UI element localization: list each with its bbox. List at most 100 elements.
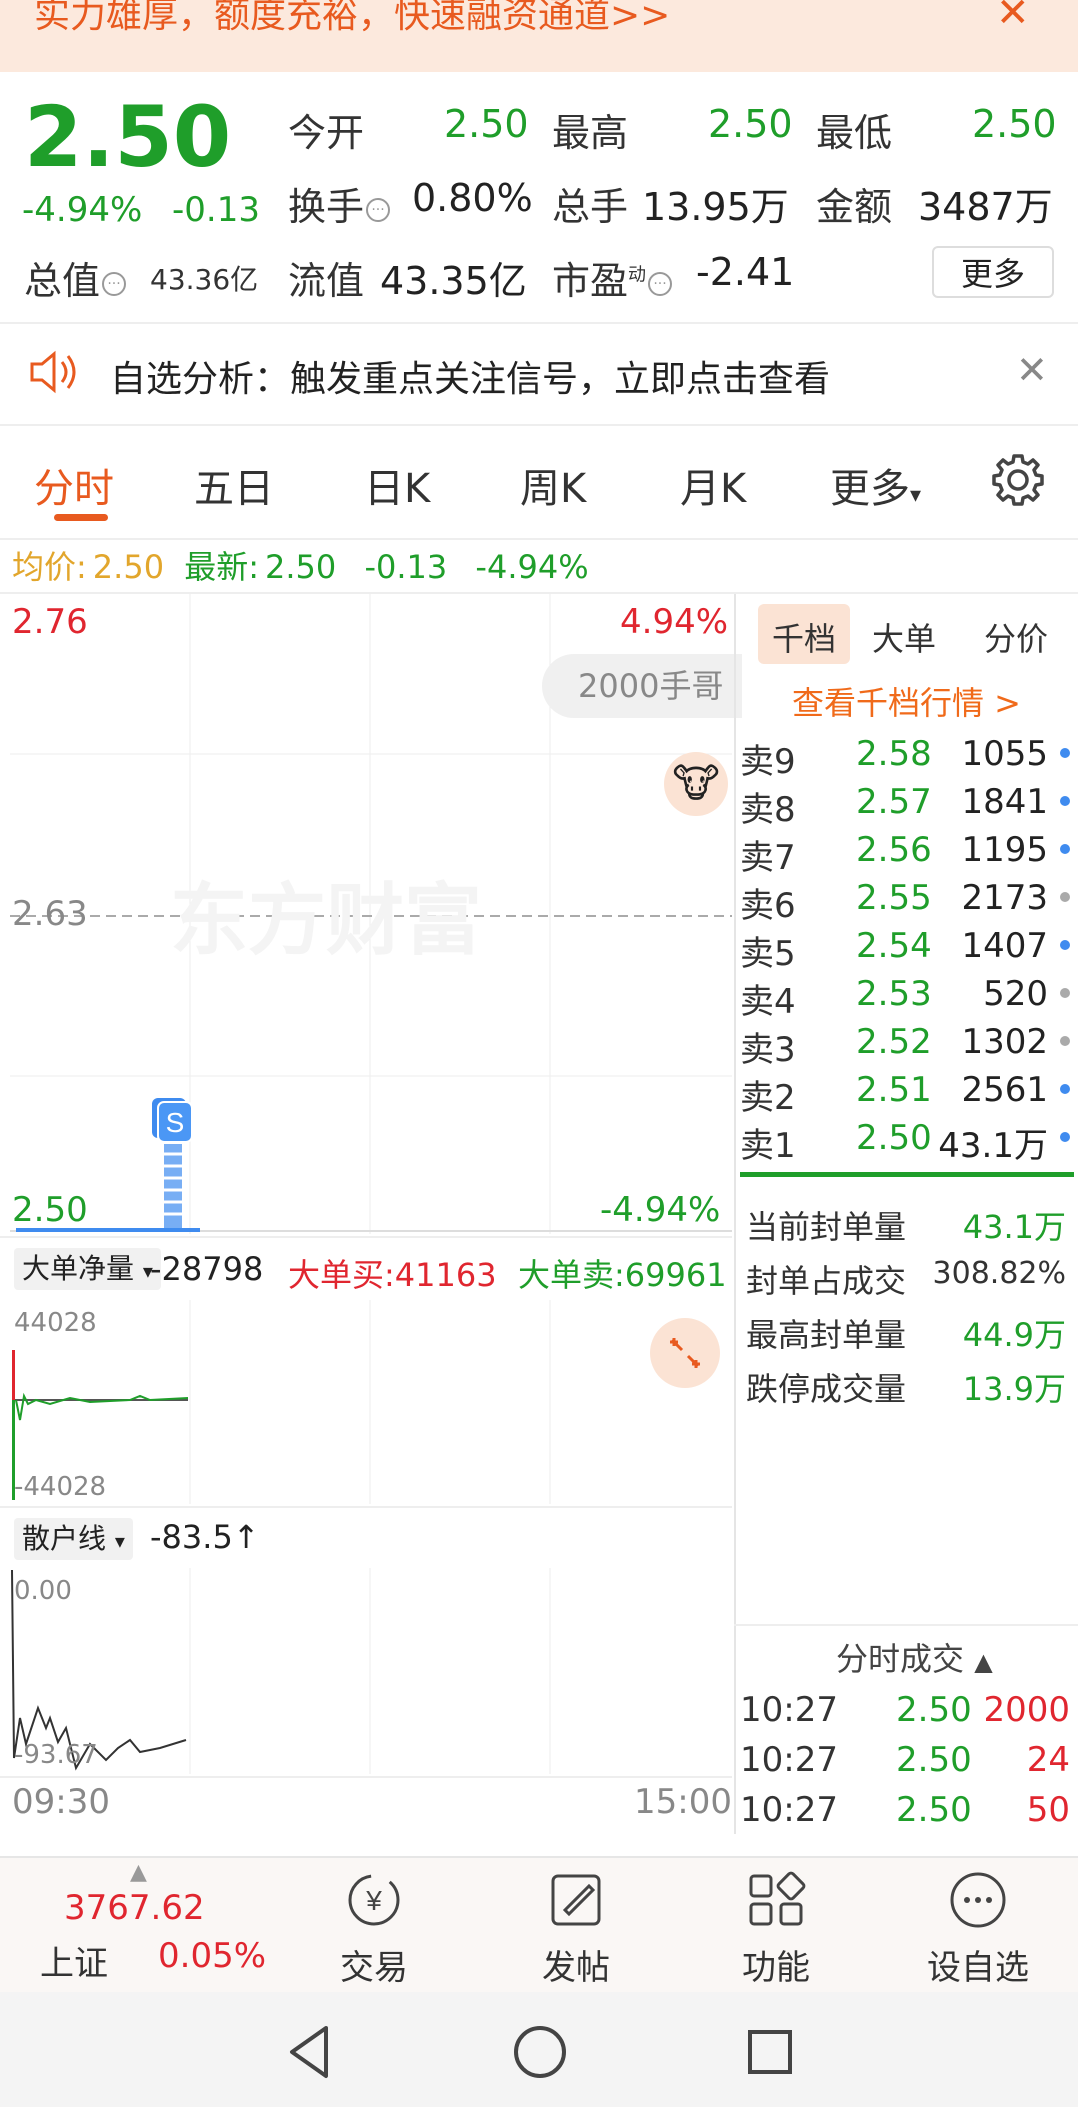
book-level: 卖6 xyxy=(740,886,796,926)
time-end: 15:00 xyxy=(634,1782,732,1822)
low-value: 2.50 xyxy=(972,102,1057,146)
retail-y-top: 0.00 xyxy=(14,1576,72,1606)
divider xyxy=(0,1506,732,1508)
seal-label: 跌停成交量 xyxy=(746,1370,907,1408)
promo-banner-text[interactable]: 实力雄厚，额度充裕，快速融资通道>> xyxy=(34,0,670,38)
mktcap-value: 43.36亿 xyxy=(150,263,259,296)
nav-add-watchlist[interactable]: 设自选 xyxy=(908,1870,1048,1989)
book-level: 卖3 xyxy=(740,1030,796,1070)
y-axis-bottom: 2.50 xyxy=(12,1190,88,1230)
tab-more[interactable]: 更多▾ xyxy=(830,456,921,514)
trade-time: 10:27 xyxy=(740,1690,838,1730)
change-amount: -0.13 xyxy=(172,190,260,230)
divider xyxy=(0,538,1078,540)
book-level: 卖5 xyxy=(740,934,796,974)
banner-close-icon[interactable]: ✕ xyxy=(996,0,1030,36)
notice-close-icon[interactable]: ✕ xyxy=(1016,348,1048,392)
change-pct: -4.94% xyxy=(22,190,143,230)
mktcap-label[interactable]: 总值 ··· xyxy=(24,250,128,305)
qiandang-link[interactable]: 查看千档行情 > xyxy=(792,678,1021,724)
trades-header[interactable]: 分时成交 ▲ xyxy=(836,1634,993,1680)
trade-qty: 2000 xyxy=(983,1690,1070,1730)
dropdown-icon: ▾ xyxy=(910,483,922,508)
book-price: 2.53 xyxy=(856,974,932,1014)
divider xyxy=(0,424,1078,426)
info-icon[interactable]: ··· xyxy=(102,271,127,296)
svg-text:S: S xyxy=(166,1107,185,1138)
turnover-value: 0.80% xyxy=(412,176,533,220)
book-qty: 43.1万 xyxy=(938,1126,1048,1166)
book-level: 卖8 xyxy=(740,790,796,830)
book-status-dot xyxy=(1060,1132,1070,1142)
tab-yuek[interactable]: 月K xyxy=(680,456,746,514)
current-price: 2.50 xyxy=(24,88,232,186)
side-tab-qiandang[interactable]: 千档 xyxy=(772,614,836,660)
back-icon[interactable] xyxy=(280,2022,340,2082)
nav-function[interactable]: 功能 xyxy=(706,1870,846,1989)
retail-line-chart[interactable] xyxy=(10,1568,732,1774)
open-label: 今开 xyxy=(288,111,365,155)
float-value: 43.35亿 xyxy=(380,259,527,303)
index-change[interactable]: 0.05% xyxy=(158,1936,266,1976)
tab-rik[interactable]: 日K xyxy=(364,456,430,514)
big-order-y-top: 44028 xyxy=(14,1308,97,1338)
pe-label[interactable]: 市盈动 ··· xyxy=(552,250,674,305)
more-button[interactable]: 更多 xyxy=(932,246,1054,298)
pe-type: 动 xyxy=(628,264,647,286)
volume-marker-icon[interactable]: S xyxy=(146,1096,200,1236)
book-status-dot xyxy=(1060,892,1070,902)
book-status-dot xyxy=(1060,1084,1070,1094)
nav-trade[interactable]: ¥ 交易 xyxy=(304,1870,444,1989)
amount-value: 3487万 xyxy=(918,185,1053,229)
book-status-dot xyxy=(1060,988,1070,998)
pct-axis-bottom: -4.94% xyxy=(600,1190,721,1230)
book-level: 卖2 xyxy=(740,1078,796,1118)
notice-text[interactable]: 自选分析：触发重点关注信号，立即点击查看 xyxy=(110,350,830,402)
promo-banner[interactable]: 实力雄厚，额度充裕，快速融资通道>> ✕ xyxy=(0,0,1078,72)
trade-qty: 24 xyxy=(1026,1740,1070,1780)
tab-fenshi[interactable]: 分时 xyxy=(34,456,114,514)
home-icon[interactable] xyxy=(508,2020,572,2084)
divider xyxy=(734,1624,1078,1626)
retail-line-selector[interactable]: 散户线 ▾ xyxy=(14,1518,133,1560)
book-price: 2.57 xyxy=(856,782,932,822)
book-status-dot xyxy=(1060,1036,1070,1046)
book-price: 2.58 xyxy=(856,734,932,774)
big-order-selector[interactable]: 大单净量 ▾ xyxy=(14,1248,161,1290)
book-level: 卖1 xyxy=(740,1126,796,1166)
trade-price: 2.50 xyxy=(896,1740,972,1780)
expand-icon[interactable] xyxy=(650,1318,720,1388)
book-qty: 1195 xyxy=(961,830,1048,870)
caret-up-icon: ▲ xyxy=(974,1648,993,1676)
tab-zhouk[interactable]: 周K xyxy=(520,456,586,514)
more-circle-icon xyxy=(950,1872,1006,1928)
turnover-label[interactable]: 换手 ··· xyxy=(288,176,392,231)
big-order-chart[interactable] xyxy=(10,1300,732,1504)
info-icon[interactable]: ··· xyxy=(648,271,673,296)
divider xyxy=(0,1236,732,1238)
index-name[interactable]: 上证 xyxy=(40,1936,108,1985)
watermark: 东方财富 xyxy=(170,876,483,966)
bubble-tag[interactable]: 2000手哥 xyxy=(542,654,742,718)
book-qty: 2173 xyxy=(961,878,1048,918)
side-tab-fenjia[interactable]: 分价 xyxy=(984,614,1048,660)
book-qty: 520 xyxy=(983,974,1048,1014)
book-status-dot xyxy=(1060,940,1070,950)
book-status-dot xyxy=(1060,748,1070,758)
recents-icon[interactable] xyxy=(740,2022,800,2082)
info-icon[interactable]: ··· xyxy=(366,197,391,222)
mascot-icon[interactable]: 🐮 xyxy=(664,752,728,816)
big-order-buy: 大单买:41163 xyxy=(288,1256,497,1294)
book-status-dot xyxy=(1060,844,1070,854)
expand-arrow-icon[interactable]: ▲ xyxy=(130,1860,147,1885)
seal-value: 13.9万 xyxy=(962,1370,1066,1408)
book-price: 2.55 xyxy=(856,878,932,918)
index-value[interactable]: 3767.62 xyxy=(64,1888,205,1928)
nav-post[interactable]: 发帖 xyxy=(506,1870,646,1989)
tab-wuri[interactable]: 五日 xyxy=(194,456,274,514)
side-tab-dadan[interactable]: 大单 xyxy=(872,614,936,660)
divider xyxy=(0,322,1078,324)
settings-gear-icon[interactable] xyxy=(990,452,1046,508)
big-order-sell: 大单卖:69961 xyxy=(518,1256,727,1294)
system-nav-bar xyxy=(0,1992,1078,2107)
